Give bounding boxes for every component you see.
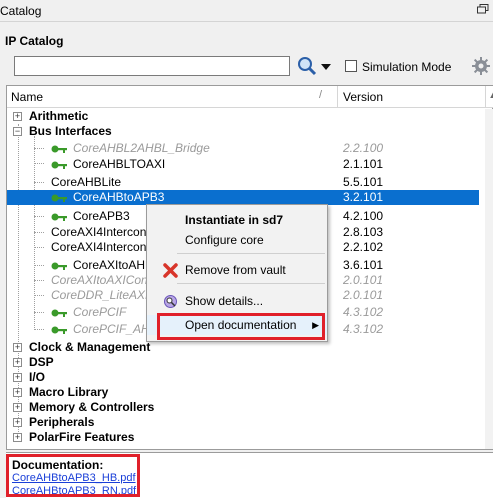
simulation-mode-label: Simulation Mode: [362, 60, 452, 74]
column-name-header[interactable]: Name: [11, 90, 43, 104]
tree-category-polarfire-features[interactable]: + PolarFire Features: [7, 430, 477, 445]
simulation-mode-checkbox[interactable]: [345, 60, 357, 72]
window-titlebar: Catalog: [0, 0, 493, 22]
tree-category-arithmetic[interactable]: + Arithmetic: [7, 109, 477, 124]
tree-category-clock-management[interactable]: + Clock & Management: [7, 340, 477, 355]
restore-window-icon[interactable]: [477, 4, 489, 14]
dropdown-arrow-icon[interactable]: [321, 63, 331, 71]
details-icon: [164, 295, 177, 308]
ip-catalog-title: IP Catalog: [5, 34, 64, 48]
expand-icon[interactable]: +: [13, 112, 22, 121]
highlight-box-open-documentation: [157, 313, 325, 340]
tree-category-bus-interfaces[interactable]: − Bus Interfaces: [7, 124, 477, 139]
column-resize-icon: /: [319, 89, 323, 101]
tree-item-selected[interactable]: CoreAHBtoAPB3 3.2.101: [7, 190, 479, 205]
key-icon: [51, 145, 67, 153]
tree-item[interactable]: CoreAHBLTOAXI 2.1.101: [7, 157, 477, 172]
expand-icon[interactable]: +: [13, 403, 22, 412]
tree-item[interactable]: CoreAHBLite 5.5.101: [7, 175, 477, 190]
gear-icon[interactable]: [472, 57, 490, 75]
column-header: Name / Version ▲: [7, 86, 493, 108]
key-icon: [51, 161, 67, 169]
search-button[interactable]: [296, 55, 332, 77]
collapse-icon[interactable]: −: [13, 127, 22, 136]
expand-icon[interactable]: +: [13, 373, 22, 382]
scroll-up-icon[interactable]: ▲: [488, 89, 493, 101]
key-icon: [51, 326, 67, 334]
tree-category-dsp[interactable]: + DSP: [7, 355, 477, 370]
search-icon: [298, 57, 317, 76]
key-icon: [51, 213, 67, 221]
menu-item-configure[interactable]: Configure core: [147, 230, 327, 250]
expand-icon[interactable]: +: [13, 418, 22, 427]
tree-category-memory-controllers[interactable]: + Memory & Controllers: [7, 400, 477, 415]
expand-icon[interactable]: +: [13, 433, 22, 442]
expand-icon[interactable]: +: [13, 358, 22, 367]
tree-category-io[interactable]: + I/O: [7, 370, 477, 385]
remove-icon: [163, 263, 178, 278]
column-version-header[interactable]: Version: [343, 90, 383, 104]
key-icon: [51, 309, 67, 317]
search-input[interactable]: [14, 56, 290, 76]
vertical-scrollbar[interactable]: [485, 109, 493, 449]
expand-icon[interactable]: +: [13, 343, 22, 352]
key-icon: [51, 262, 67, 270]
menu-item-show-details[interactable]: Show details...: [147, 291, 327, 311]
tree-item[interactable]: CoreAHBL2AHBL_Bridge 2.2.100: [7, 141, 477, 156]
highlight-box-documentation: [6, 454, 140, 497]
key-icon: [51, 194, 67, 202]
tree-category-macro-library[interactable]: + Macro Library: [7, 385, 477, 400]
window-title: Catalog: [0, 4, 42, 18]
tree-category-peripherals[interactable]: + Peripherals: [7, 415, 477, 430]
menu-item-instantiate[interactable]: Instantiate in sd7: [147, 210, 327, 230]
menu-item-remove-from-vault[interactable]: Remove from vault: [147, 260, 327, 280]
expand-icon[interactable]: +: [13, 388, 22, 397]
